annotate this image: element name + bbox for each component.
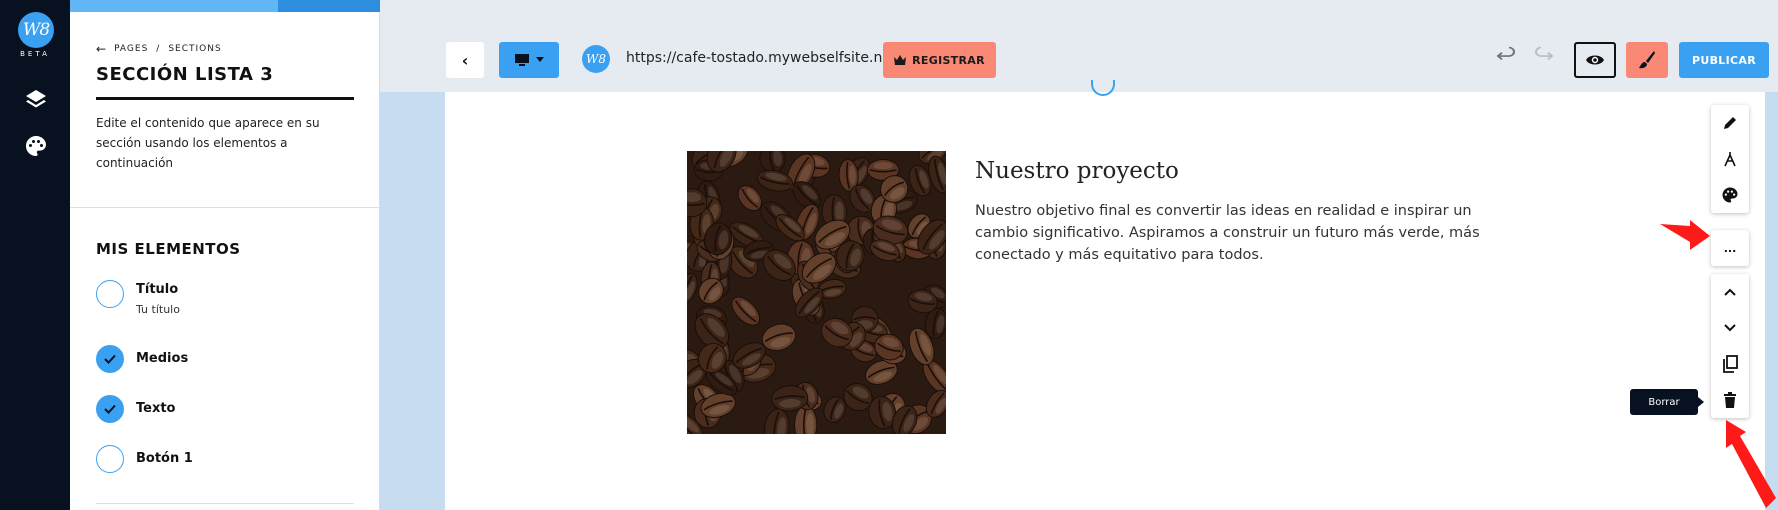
layers-icon[interactable]	[24, 88, 48, 112]
section-text[interactable]: Nuestro objetivo final es convertir las …	[975, 200, 1505, 266]
progress-bar	[70, 0, 380, 12]
section-actions-group	[1711, 274, 1749, 418]
element-item-text[interactable]: Texto	[96, 395, 176, 423]
eye-icon	[1586, 55, 1604, 65]
device-selector[interactable]	[499, 42, 559, 78]
annotation-arrow-icon	[1660, 220, 1710, 250]
site-url[interactable]: https://cafe-tostado.mywebselfsite.net	[626, 50, 896, 66]
arrow-left-icon[interactable]: ←	[96, 42, 106, 56]
coffee-beans-photo[interactable]	[687, 151, 946, 434]
palette-icon[interactable]	[1711, 177, 1749, 213]
chevron-down-icon[interactable]	[1711, 310, 1749, 346]
register-button[interactable]: REGISTRAR	[883, 42, 996, 78]
trash-icon[interactable]	[1711, 382, 1749, 418]
check-icon[interactable]	[96, 395, 124, 423]
logo[interactable]: W8	[18, 12, 54, 48]
title-divider	[96, 97, 354, 100]
section-tools-group	[1711, 105, 1749, 213]
copy-icon[interactable]	[1711, 346, 1749, 382]
progress-fill	[70, 0, 278, 12]
elements-heading: MIS ELEMENTOS	[96, 240, 241, 258]
preview-button[interactable]	[1574, 42, 1616, 78]
publish-button[interactable]: PUBLICAR	[1679, 42, 1769, 78]
chevron-up-icon[interactable]	[1711, 274, 1749, 310]
element-item-title[interactable]: Título Tu título	[96, 280, 180, 316]
divider	[96, 503, 354, 504]
back-button[interactable]: ‹	[446, 42, 484, 78]
site-logo: W8	[582, 45, 610, 73]
element-toggle[interactable]	[96, 445, 124, 473]
palette-icon[interactable]	[24, 134, 48, 158]
element-sublabel: Tu título	[136, 303, 180, 316]
pencil-icon[interactable]	[1711, 105, 1749, 141]
panel-description: Edite el contenido que aparece en su sec…	[96, 116, 320, 170]
chevron-left-icon: ‹	[461, 50, 469, 70]
element-label: Medios	[136, 351, 189, 366]
caret-down-icon	[536, 57, 544, 62]
more-button[interactable]: ...	[1711, 230, 1749, 266]
element-label: Texto	[136, 401, 176, 416]
element-label: Título	[136, 282, 179, 297]
element-item-button[interactable]: Botón 1	[96, 445, 193, 473]
undo-icon[interactable]	[1494, 46, 1518, 70]
check-icon[interactable]	[96, 345, 124, 373]
delete-tooltip: Borrar	[1630, 389, 1704, 415]
left-rail: W8 BETA	[0, 0, 70, 510]
brush-icon	[1639, 51, 1655, 69]
element-toggle[interactable]	[96, 280, 124, 308]
register-label: REGISTRAR	[912, 53, 985, 67]
element-label: Botón 1	[136, 451, 193, 466]
beta-label: BETA	[20, 50, 50, 58]
crown-icon	[894, 55, 907, 65]
breadcrumb-pages[interactable]: PAGES	[114, 44, 148, 54]
breadcrumb: ← PAGES / SECTIONS	[96, 42, 222, 56]
section-title[interactable]: Nuestro proyecto	[975, 158, 1179, 184]
divider	[70, 207, 379, 208]
breadcrumb-sections[interactable]: SECTIONS	[168, 44, 221, 54]
redo-icon[interactable]	[1532, 46, 1556, 70]
page-canvas	[445, 80, 1765, 510]
decorative-shape	[1091, 80, 1115, 96]
compass-icon[interactable]	[1711, 141, 1749, 177]
section-editor-panel: ← PAGES / SECTIONS SECCIÓN LISTA 3 Edite…	[70, 0, 380, 510]
panel-title: SECCIÓN LISTA 3	[96, 64, 274, 85]
breadcrumb-separator: /	[156, 44, 161, 54]
element-item-media[interactable]: Medios	[96, 345, 188, 373]
design-button[interactable]	[1626, 42, 1668, 78]
annotation-arrow-icon	[1726, 420, 1776, 508]
desktop-icon	[515, 54, 529, 66]
